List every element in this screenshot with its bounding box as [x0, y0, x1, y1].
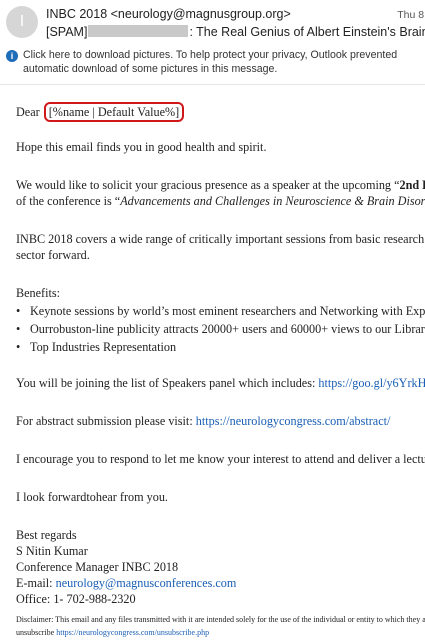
infobar-text[interactable]: Click here to download pictures. To help…	[23, 48, 423, 76]
edition-text: 2nd Edition o	[399, 178, 425, 192]
download-pictures-infobar[interactable]: i Click here to download pictures. To he…	[0, 45, 425, 77]
paragraph-health: Hope this email finds you in good health…	[16, 140, 267, 154]
paragraph-abstract: For abstract submission please visit: ht…	[16, 414, 390, 429]
paragraph-coverage-2: sector forward.	[16, 248, 90, 262]
unsubscribe-link[interactable]: https://neurologycongress.com/unsubscrib…	[56, 628, 209, 637]
bullet-text: Top Industries Representation	[30, 340, 177, 354]
bullet-icon: •	[16, 322, 21, 336]
speakers-link[interactable]: https://goo.gl/y6YrkH	[318, 376, 425, 390]
header-divider	[0, 84, 425, 85]
theme-intro: of the conference is “	[16, 194, 121, 208]
signature-office: Office: 1- 702-988-2320	[16, 592, 136, 606]
name-placeholder: [%name | Default Value%]	[43, 102, 185, 122]
signature-closing: Best regards	[16, 528, 77, 542]
invite-text: We would like to solicit your gracious p…	[16, 178, 400, 192]
abstract-text: For abstract submission please visit:	[16, 414, 196, 428]
unsubscribe-label: unsubscribe	[16, 628, 57, 637]
signature-title: Conference Manager INBC 2018	[16, 560, 179, 574]
bullet-text: Ourrobuston-line publicity attracts 2000…	[30, 322, 425, 336]
paragraph-invite-2: of the conference is “Advancements and C…	[16, 194, 425, 209]
signature-email: E-mail: neurology@magnusconferences.com	[16, 576, 236, 591]
greeting-line: Dear [%name | Default Value%]	[16, 102, 185, 122]
speakers-text: You will be joining the list of Speakers…	[16, 376, 319, 390]
message-header: I INBC 2018 <neurology@magnusgroup.org> …	[0, 0, 425, 44]
paragraph-coverage-1: INBC 2018 covers a wide range of critica…	[16, 232, 425, 246]
benefits-title: Benefits:	[16, 286, 61, 300]
greeting-text: Dear	[16, 105, 40, 119]
disclaimer-text: Disclaimer: This email and any files tra…	[16, 615, 425, 624]
bullet-icon: •	[16, 304, 21, 318]
bullet-text: Keynote sessions by world’s most eminent…	[30, 304, 425, 318]
email-link[interactable]: neurology@magnusconferences.com	[56, 576, 237, 590]
paragraph-look-forward: I look forwardtohear from you.	[16, 490, 168, 504]
spam-tag: [SPAM]	[46, 25, 88, 39]
sender-avatar[interactable]: I	[6, 6, 38, 38]
unsubscribe-line: unsubscribe https://neurologycongress.co…	[16, 628, 209, 637]
conference-theme: Advancements and Challenges in Neuroscie…	[120, 194, 425, 208]
bullet-icon: •	[16, 340, 21, 354]
sender-address[interactable]: INBC 2018 <neurology@magnusgroup.org>	[46, 7, 291, 21]
paragraph-speakers: You will be joining the list of Speakers…	[16, 376, 425, 391]
signature-name: S Nitin Kumar	[16, 544, 88, 558]
redacted-block	[88, 25, 189, 37]
abstract-link[interactable]: https://neurologycongress.com/abstract/	[196, 414, 391, 428]
subject-text: : The Real Genius of Albert Einstein's B…	[189, 25, 425, 39]
message-subject: [SPAM] : The Real Genius of Albert Einste…	[46, 25, 425, 39]
paragraph-encourage: I encourage you to respond to let me kno…	[16, 452, 425, 466]
paragraph-invite-1: We would like to solicit your gracious p…	[16, 178, 425, 193]
email-label: E-mail:	[16, 576, 56, 590]
info-icon: i	[6, 50, 18, 62]
message-date: Thu 8,	[397, 9, 425, 21]
message-body: Dear [%name | Default Value%] Hope this …	[16, 95, 425, 640]
